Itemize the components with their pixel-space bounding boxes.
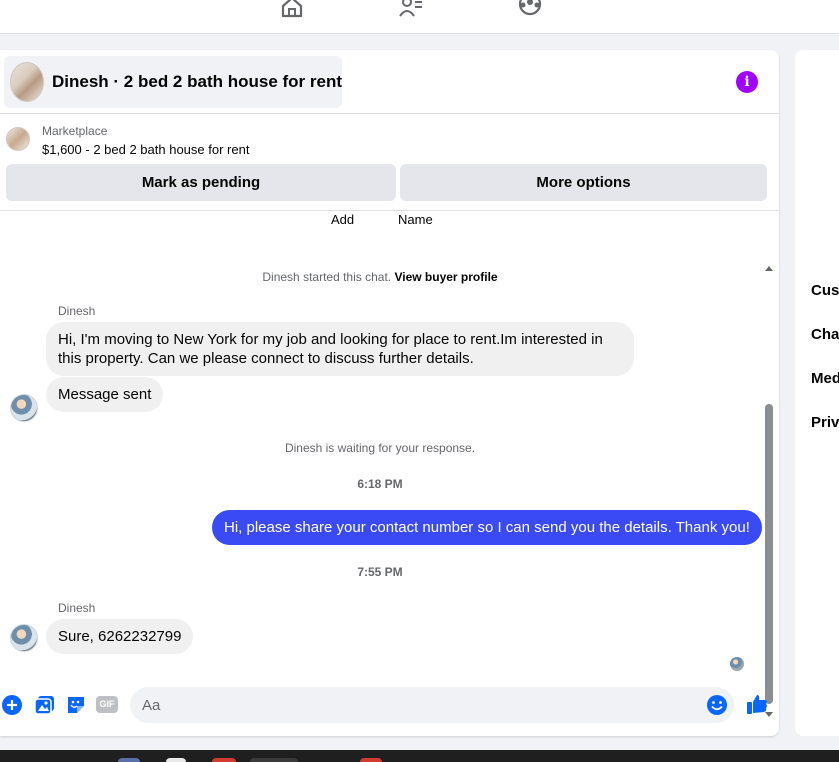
chat-panel: Dinesh · 2 bed 2 bath house for rent i M…: [0, 50, 779, 736]
right-details-panel: Cust Chat Med Priva: [795, 50, 839, 736]
taskbar-app-icon[interactable]: [118, 758, 140, 762]
incoming-message[interactable]: Hi, I'm moving to New York for my job an…: [46, 322, 634, 376]
thumbs-up-icon[interactable]: [745, 692, 769, 716]
right-panel-item[interactable]: Cust: [811, 282, 839, 299]
timestamp: 6:18 PM: [357, 477, 403, 491]
sender-name: Dinesh: [58, 601, 96, 615]
taskbar-app-icon[interactable]: [212, 758, 236, 762]
message-input[interactable]: [130, 687, 734, 723]
conversation-title: Dinesh · 2 bed 2 bath house for rent: [52, 72, 342, 91]
marketplace-label: Marketplace: [42, 124, 108, 138]
home-icon[interactable]: [279, 0, 305, 18]
taskbar-app-icon[interactable]: [360, 758, 382, 762]
right-panel-item[interactable]: Priva: [811, 414, 839, 431]
listing-title[interactable]: $1,600 - 2 bed 2 bath house for rent: [42, 142, 249, 157]
view-buyer-profile-link[interactable]: View buyer profile: [394, 270, 497, 284]
emoji-icon[interactable]: [706, 694, 728, 716]
chat-header: Dinesh · 2 bed 2 bath house for rent i: [0, 50, 779, 114]
right-panel-item[interactable]: Med: [811, 370, 839, 387]
column-add: Add: [331, 212, 355, 227]
photo-icon[interactable]: [34, 694, 56, 716]
marketplace-listing-bar: Marketplace $1,600 - 2 bed 2 bath house …: [0, 115, 779, 211]
friends-icon[interactable]: [398, 0, 424, 18]
os-taskbar: [0, 750, 839, 762]
waiting-notice: Dinesh is waiting for your response.: [284, 441, 476, 455]
read-receipt-avatar: [730, 657, 744, 671]
outgoing-message[interactable]: Hi, please share your contact number so …: [212, 510, 762, 545]
listing-small-thumbnail[interactable]: [6, 127, 30, 151]
scroll-up-arrow[interactable]: [765, 266, 773, 271]
sender-avatar[interactable]: [10, 394, 38, 422]
incoming-message[interactable]: Sure, 6262232799: [46, 619, 194, 654]
message-list: Add Name Dinesh started this chat. View …: [0, 211, 779, 677]
more-options-button[interactable]: More options: [400, 164, 767, 201]
taskbar-app-icon[interactable]: [166, 758, 186, 762]
listing-thumbnail: [10, 62, 45, 102]
gif-icon[interactable]: GIF: [96, 696, 118, 713]
groups-icon[interactable]: [517, 0, 543, 18]
message-composer: GIF: [0, 686, 779, 726]
info-icon[interactable]: i: [736, 71, 758, 93]
chat-started-notice: Dinesh started this chat. View buyer pro…: [0, 270, 760, 284]
sender-avatar[interactable]: [10, 624, 38, 652]
taskbar-active-app[interactable]: [250, 758, 298, 762]
incoming-message[interactable]: Message sent: [46, 377, 164, 412]
timestamp: 7:55 PM: [357, 565, 403, 579]
chat-started-text: Dinesh started this chat.: [262, 270, 392, 284]
right-panel-item[interactable]: Chat: [811, 326, 839, 343]
scrollbar-thumb[interactable]: [765, 404, 773, 704]
mark-as-pending-button[interactable]: Mark as pending: [6, 164, 396, 201]
sticker-icon[interactable]: [65, 694, 87, 716]
plus-icon[interactable]: [1, 694, 23, 716]
sender-name: Dinesh: [58, 304, 96, 318]
top-navigation: [0, 0, 839, 34]
column-name: Name: [398, 212, 433, 227]
conversation-title-chip[interactable]: Dinesh · 2 bed 2 bath house for rent: [4, 56, 342, 108]
